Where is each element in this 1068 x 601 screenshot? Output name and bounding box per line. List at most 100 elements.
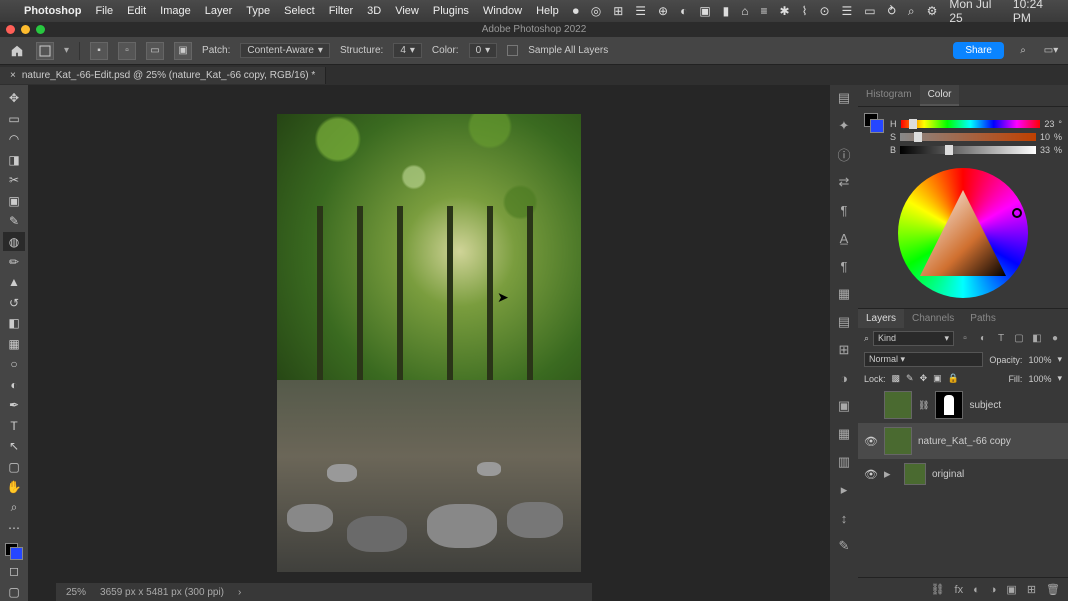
tab-paths[interactable]: Paths — [962, 309, 1004, 328]
status-icon[interactable]: ⊙ — [819, 4, 829, 18]
document-canvas[interactable]: ➤ — [277, 114, 581, 572]
filter-shape-icon[interactable]: ▢ — [1012, 333, 1026, 344]
panel-icon[interactable]: ⊞ — [835, 341, 853, 359]
lock-all-icon[interactable]: 🔒 — [948, 373, 959, 384]
zoom-level[interactable]: 25% — [66, 587, 86, 598]
filter-type-icon[interactable]: T — [994, 333, 1008, 344]
status-icon[interactable]: ⌂ — [741, 4, 748, 18]
share-button[interactable]: Share — [953, 42, 1004, 59]
marquee-tool[interactable]: ▭ — [3, 109, 25, 127]
layer-name[interactable]: subject — [969, 400, 1001, 411]
filter-pixel-icon[interactable]: ▫ — [958, 333, 972, 344]
layer-thumb[interactable] — [884, 427, 912, 455]
wifi-icon[interactable]: ⌇ — [802, 4, 808, 18]
color-swatches[interactable] — [5, 543, 23, 560]
layer-name[interactable]: nature_Kat_-66 copy — [918, 436, 1011, 447]
menu-plugins[interactable]: Plugins — [433, 5, 469, 17]
layer-thumb[interactable] — [884, 391, 912, 419]
status-icon[interactable]: ≡ — [761, 4, 768, 18]
tool-preset[interactable] — [36, 42, 54, 60]
new-group-icon[interactable]: ▣ — [1006, 583, 1016, 596]
lock-position-icon[interactable]: ✥ — [920, 373, 928, 384]
blend-mode-select[interactable]: Normal ▾ — [864, 352, 983, 367]
patch-intersect-icon[interactable]: ▣ — [174, 42, 192, 60]
panel-icon[interactable]: ¶ — [835, 257, 853, 275]
brush-tool[interactable]: ✏ — [3, 253, 25, 271]
shape-tool[interactable]: ▢ — [3, 457, 25, 475]
menu-image[interactable]: Image — [160, 5, 191, 17]
sat-value[interactable]: 10 — [1040, 132, 1050, 142]
gradient-tool[interactable]: ▦ — [3, 335, 25, 353]
menu-file[interactable]: File — [95, 5, 113, 17]
status-icon[interactable]: ◐ — [680, 4, 687, 18]
clone-stamp-tool[interactable]: ▲ — [3, 273, 25, 291]
filter-smart-icon[interactable]: ◧ — [1030, 333, 1044, 344]
blur-tool[interactable]: ○ — [3, 355, 25, 373]
link-icon[interactable]: ⛓ — [918, 400, 929, 411]
status-icon[interactable]: ☰ — [842, 4, 853, 18]
layer-filter-kind[interactable]: Kind▾ — [873, 331, 954, 346]
color-swatch[interactable] — [864, 113, 884, 133]
workspace-switcher[interactable]: ▭▾ — [1042, 42, 1060, 60]
eraser-tool[interactable]: ◧ — [3, 314, 25, 332]
new-adjustment-icon[interactable]: ◑ — [990, 584, 997, 596]
panel-icon[interactable]: ▤ — [835, 89, 853, 107]
menu-type[interactable]: Type — [246, 5, 270, 17]
hand-tool[interactable]: ✋ — [3, 478, 25, 496]
bri-slider[interactable] — [900, 146, 1036, 154]
status-icon[interactable]: ⊞ — [613, 4, 623, 18]
zoom-tool[interactable]: ⌕ — [3, 498, 25, 516]
panel-icon[interactable]: ▦ — [835, 285, 853, 303]
layer-fx-icon[interactable]: fx — [955, 584, 964, 596]
panel-icon[interactable]: ¶ — [835, 201, 853, 219]
menu-filter[interactable]: Filter — [329, 5, 353, 17]
tab-close-icon[interactable]: × — [10, 70, 16, 81]
panel-tab-histogram[interactable]: Histogram — [858, 85, 920, 106]
move-tool[interactable]: ✥ — [3, 89, 25, 107]
menu-window[interactable]: Window — [483, 5, 522, 17]
status-icon[interactable]: ✱ — [780, 4, 790, 18]
lock-artboard-icon[interactable]: ▣ — [933, 373, 942, 384]
dodge-tool[interactable]: ◐ — [3, 376, 25, 394]
panel-icon[interactable]: ▸ — [835, 481, 853, 499]
new-layer-icon[interactable]: ⊞ — [1027, 583, 1036, 596]
tab-layers[interactable]: Layers — [858, 309, 904, 328]
type-tool[interactable]: T — [3, 417, 25, 435]
hue-value[interactable]: 23 — [1044, 119, 1054, 129]
quickmask-toggle[interactable]: ◻ — [3, 562, 25, 580]
status-icon[interactable]: ◎ — [591, 4, 601, 18]
app-menu[interactable]: Photoshop — [24, 5, 81, 17]
layer-row[interactable]: 👁 ▸ original — [858, 459, 1068, 489]
canvas-area[interactable]: ➤ 25% 3659 px x 5481 px (300 ppi) › — [28, 85, 830, 601]
panel-tab-color[interactable]: Color — [920, 85, 960, 106]
window-close[interactable] — [6, 25, 15, 34]
layer-row[interactable]: 👁 nature_Kat_-66 copy — [858, 423, 1068, 459]
sample-all-checkbox[interactable] — [507, 45, 518, 56]
pen-tool[interactable]: ✒ — [3, 396, 25, 414]
panel-icon[interactable]: ▤ — [835, 313, 853, 331]
group-expand-icon[interactable]: ▸ — [884, 466, 898, 482]
bri-value[interactable]: 33 — [1040, 145, 1050, 155]
menu-layer[interactable]: Layer — [205, 5, 233, 17]
eyedropper-tool[interactable]: ✎ — [3, 212, 25, 230]
object-select-tool[interactable]: ◨ — [3, 150, 25, 168]
panel-icon[interactable]: ◑ — [835, 369, 853, 387]
battery-icon[interactable]: ▭ — [864, 4, 875, 18]
panel-icon[interactable]: ▥ — [835, 453, 853, 471]
frame-tool[interactable]: ▣ — [3, 191, 25, 209]
screenmode-toggle[interactable]: ▢ — [3, 582, 25, 600]
visibility-toggle[interactable]: 👁 — [864, 435, 878, 448]
structure-input[interactable]: 4▾ — [393, 43, 422, 58]
panel-icon[interactable]: ⇄ — [835, 173, 853, 191]
status-icon[interactable]: ▮ — [723, 4, 730, 18]
status-icon[interactable]: ⊕ — [658, 4, 668, 18]
lock-transparent-icon[interactable]: ▩ — [892, 373, 901, 384]
path-select-tool[interactable]: ↖ — [3, 437, 25, 455]
home-button[interactable] — [8, 42, 26, 60]
window-zoom[interactable] — [36, 25, 45, 34]
menu-help[interactable]: Help — [536, 5, 559, 17]
patch-new-icon[interactable]: ▪ — [90, 42, 108, 60]
status-icon[interactable]: ☰ — [635, 4, 646, 18]
patch-add-icon[interactable]: ▫ — [118, 42, 136, 60]
layer-name[interactable]: original — [932, 469, 964, 480]
